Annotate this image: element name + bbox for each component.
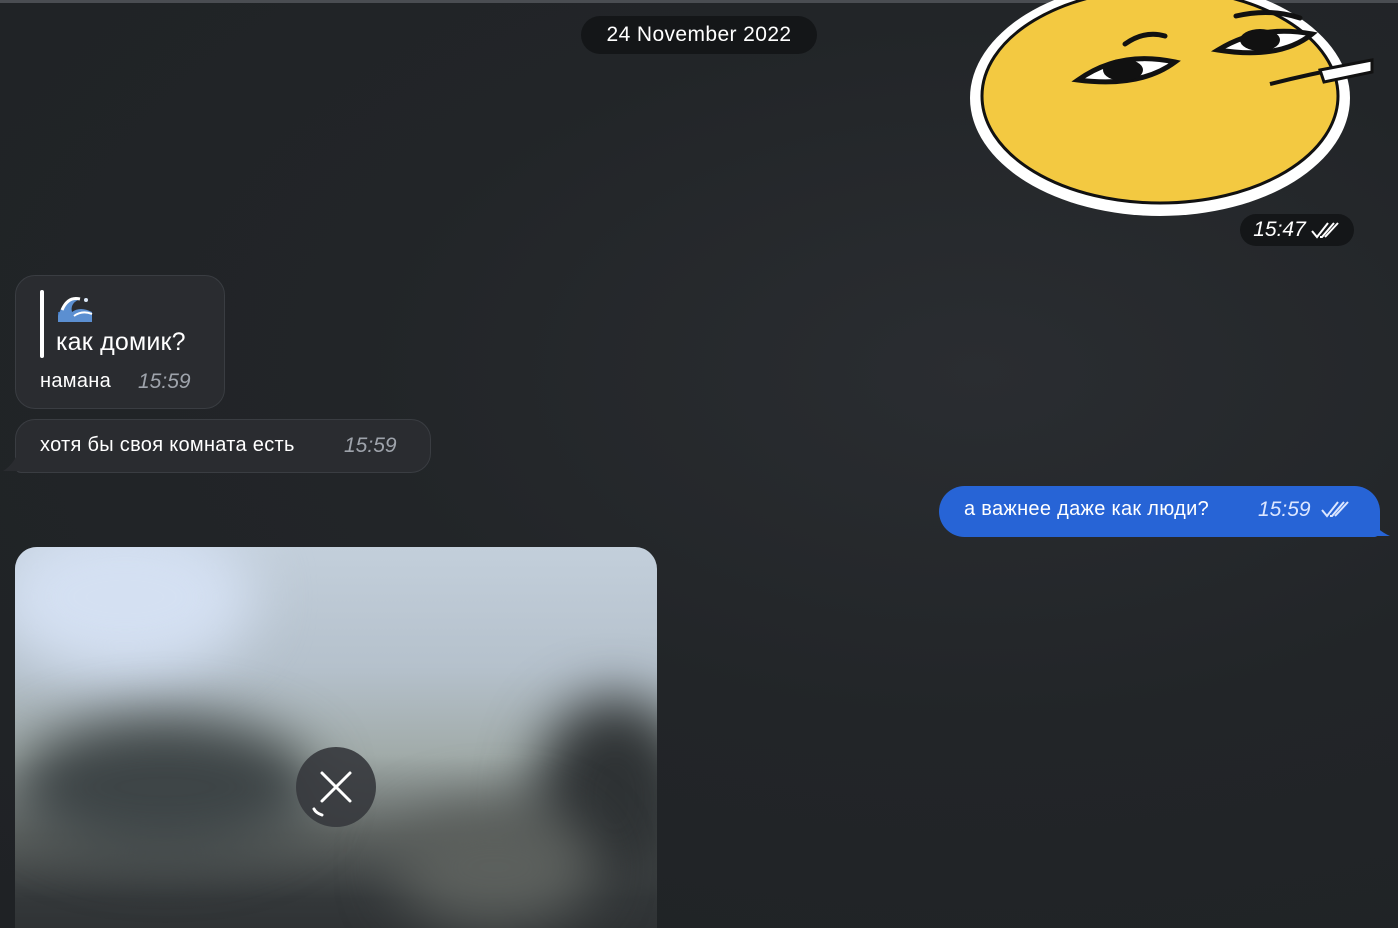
sticker-message[interactable] [960,0,1380,225]
bubble-tail [3,451,19,471]
message-text: а важнее даже как люди? [964,498,1209,520]
smirking-face-sticker-icon [970,0,1374,216]
outgoing-message-bubble[interactable]: а важнее даже как люди? 15:59 [939,486,1380,537]
incoming-message-bubble[interactable]: хотя бы своя комната есть 15:59 [15,419,431,473]
chat-history[interactable]: 24 November 2022 15:47 как домик? намана… [0,0,1398,928]
message-time: 15:59 [344,434,397,457]
message-time: 15:59 [138,370,191,393]
date-separator: 24 November 2022 [581,16,817,54]
double-check-icon [1321,501,1349,518]
photo-blur-region [15,547,255,677]
sticker-time-badge: 15:47 [1240,214,1354,246]
incoming-message-bubble[interactable]: как домик? намана 15:59 [15,275,225,409]
message-time: 15:47 [1253,218,1306,241]
uploading-photo[interactable] [15,547,657,928]
wave-emoji-icon [58,297,93,322]
photo-blur-region [15,717,315,857]
message-time: 15:59 [1258,498,1311,521]
reply-quote-text[interactable]: как домик? [56,328,186,357]
message-text: намана [40,370,112,392]
photo-blur-region [395,807,595,927]
bubble-tail [1368,516,1390,536]
reply-quote-bar [40,290,44,358]
double-check-icon [1311,222,1339,239]
message-text: хотя бы своя комната есть [40,434,295,456]
close-icon [312,771,352,817]
cancel-upload-button[interactable] [296,747,376,827]
